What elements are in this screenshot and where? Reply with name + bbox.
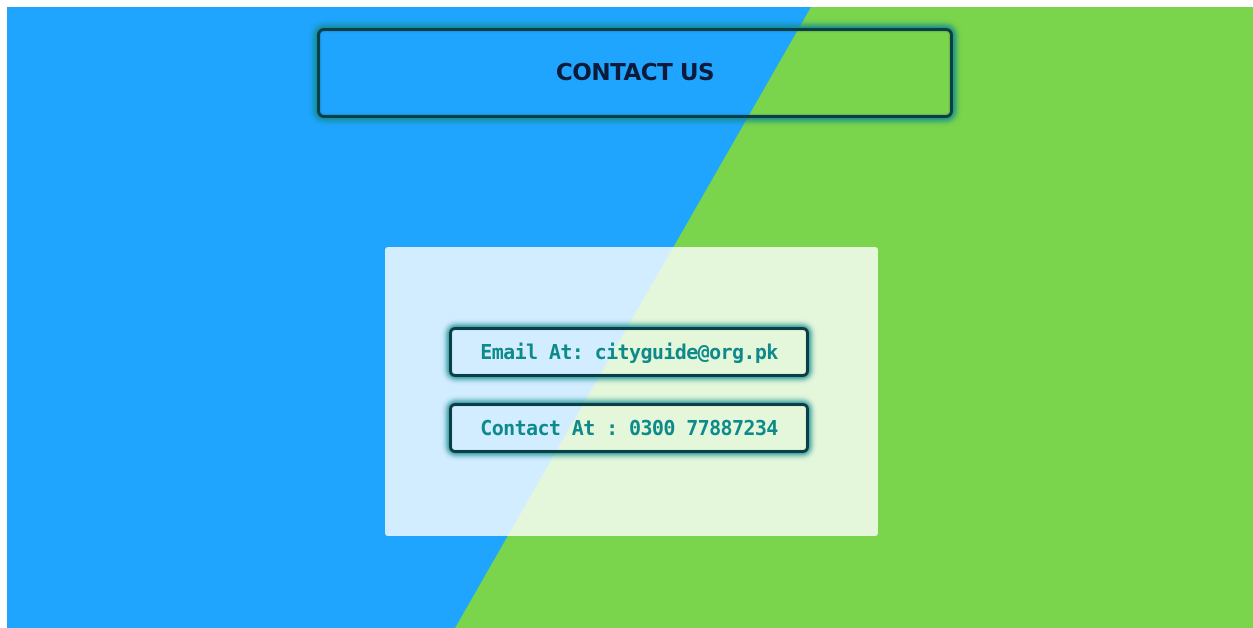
contact-us-header: CONTACT US (317, 28, 953, 118)
page-background: CONTACT US Email At: cityguide@org.pk Co… (7, 7, 1253, 628)
email-info-box: Email At: cityguide@org.pk (449, 327, 809, 377)
email-label: Email At: cityguide@org.pk (480, 340, 778, 364)
phone-info-box: Contact At : 0300 77887234 (449, 403, 809, 453)
phone-label: Contact At : 0300 77887234 (480, 416, 778, 440)
contact-info-panel: Email At: cityguide@org.pk Contact At : … (385, 247, 878, 536)
page-title: CONTACT US (555, 60, 715, 86)
